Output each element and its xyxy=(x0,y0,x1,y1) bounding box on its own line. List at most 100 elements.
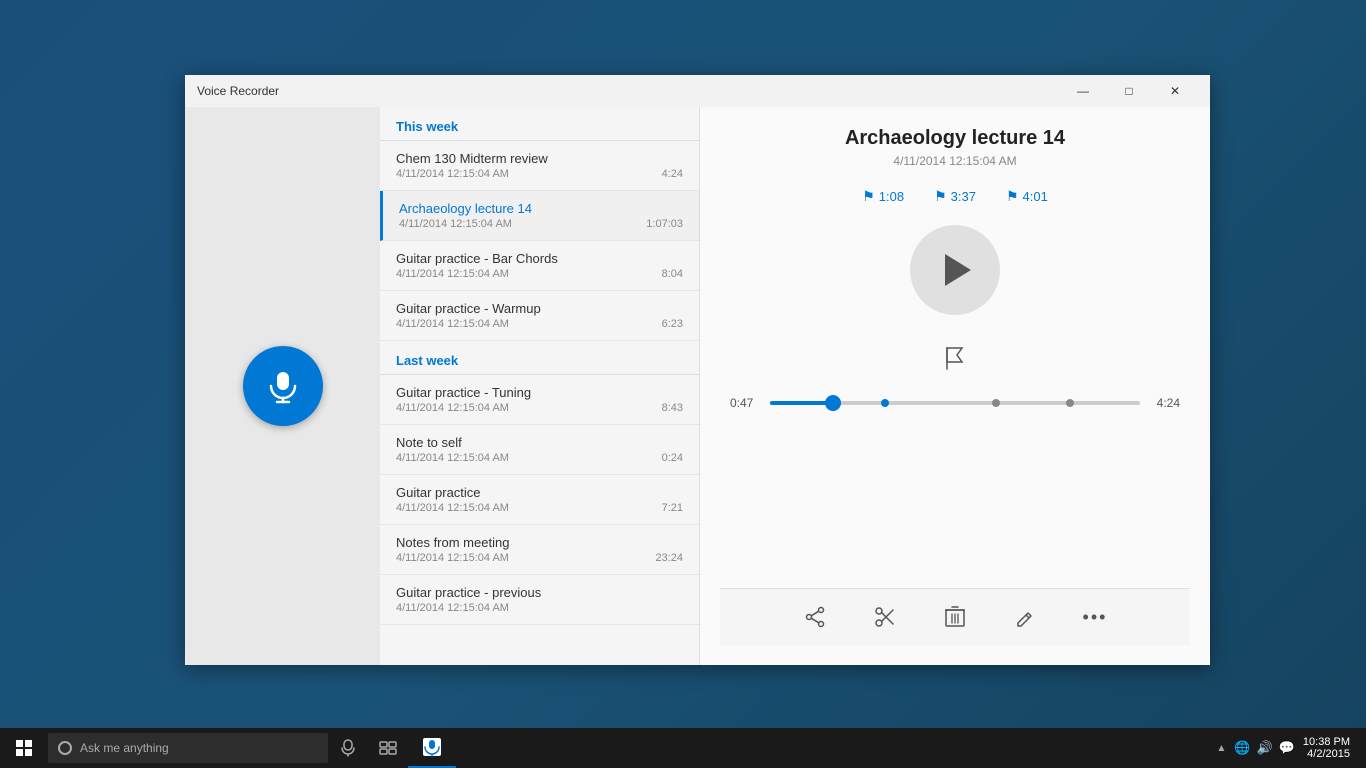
system-tray: ▲ 🌐 🔊 💬 10:38 PM 4/2/2015 xyxy=(1216,736,1366,760)
item-date: 4/11/2014 12:15:04 AM xyxy=(396,168,509,180)
flag-icon-2: ⚑ xyxy=(934,188,947,205)
recording-date: 4/11/2014 12:15:04 AM xyxy=(893,154,1016,168)
windows-icon xyxy=(16,740,32,756)
ellipsis-icon: ••• xyxy=(1083,607,1108,628)
last-week-header: Last week xyxy=(380,341,699,375)
list-item[interactable]: Guitar practice - Bar Chords 4/11/2014 1… xyxy=(380,241,699,291)
marker-3[interactable]: ⚑ 4:01 xyxy=(1006,188,1048,205)
system-icons: 🌐 🔊 💬 xyxy=(1234,740,1295,756)
item-date: 4/11/2014 12:15:04 AM xyxy=(396,602,509,614)
list-item[interactable]: Guitar practice - Warmup 4/11/2014 12:15… xyxy=(380,291,699,341)
network-icon[interactable]: 🌐 xyxy=(1234,740,1250,756)
playback-panel: Archaeology lecture 14 4/11/2014 12:15:0… xyxy=(700,107,1210,665)
item-name: Chem 130 Midterm review xyxy=(396,151,683,166)
trim-icon xyxy=(874,606,896,628)
item-date: 4/11/2014 12:15:04 AM xyxy=(396,552,509,564)
item-name: Notes from meeting xyxy=(396,535,683,550)
taskbar-search[interactable]: Ask me anything xyxy=(48,733,328,763)
item-name: Guitar practice - Bar Chords xyxy=(396,251,683,266)
marker-1[interactable]: ⚑ 1:08 xyxy=(862,188,904,205)
add-marker-button[interactable] xyxy=(942,345,968,376)
maximize-button[interactable]: □ xyxy=(1106,75,1152,107)
mic-icon xyxy=(265,368,301,404)
taskbar-mic-button[interactable] xyxy=(328,728,368,768)
list-item[interactable]: Guitar practice 4/11/2014 12:15:04 AM 7:… xyxy=(380,475,699,525)
search-icon xyxy=(58,741,72,755)
voice-recorder-app-icon xyxy=(422,737,442,757)
clock-time: 10:38 PM xyxy=(1303,736,1350,748)
list-item[interactable]: Notes from meeting 4/11/2014 12:15:04 AM… xyxy=(380,525,699,575)
marker-time-3: 4:01 xyxy=(1023,189,1048,204)
start-button[interactable] xyxy=(0,728,48,768)
play-area: 0:47 4:24 xyxy=(720,225,1190,588)
bottom-toolbar: ••• xyxy=(720,588,1190,645)
item-name: Guitar practice xyxy=(396,485,683,500)
item-name: Archaeology lecture 14 xyxy=(399,201,683,216)
item-name: Guitar practice - Warmup xyxy=(396,301,683,316)
search-placeholder: Ask me anything xyxy=(80,741,169,755)
item-duration: 8:43 xyxy=(662,402,683,414)
list-item[interactable]: Chem 130 Midterm review 4/11/2014 12:15:… xyxy=(380,141,699,191)
record-button[interactable] xyxy=(243,346,323,426)
taskbar: Ask me anything xyxy=(0,728,1366,768)
titlebar: Voice Recorder — □ ✕ xyxy=(185,75,1210,107)
flag-add-icon xyxy=(942,345,968,371)
item-name: Guitar practice - Tuning xyxy=(396,385,683,400)
clock-date: 4/2/2015 xyxy=(1303,748,1350,760)
play-button[interactable] xyxy=(910,225,1000,315)
item-duration: 1:07:03 xyxy=(646,218,683,230)
recording-title: Archaeology lecture 14 xyxy=(845,127,1065,150)
item-date: 4/11/2014 12:15:04 AM xyxy=(396,268,509,280)
trim-button[interactable] xyxy=(865,597,905,637)
flag-icon-3: ⚑ xyxy=(1006,188,1019,205)
delete-icon xyxy=(945,606,965,628)
rename-button[interactable] xyxy=(1005,597,1045,637)
progress-fill xyxy=(770,401,833,405)
play-triangle-icon xyxy=(945,254,971,286)
progress-track[interactable] xyxy=(770,401,1140,405)
list-item[interactable]: Archaeology lecture 14 4/11/2014 12:15:0… xyxy=(380,191,699,241)
progress-thumb[interactable] xyxy=(825,395,841,411)
voice-recorder-taskbar-app[interactable] xyxy=(408,728,456,768)
share-icon xyxy=(804,606,826,628)
list-item[interactable]: Note to self 4/11/2014 12:15:04 AM 0:24 xyxy=(380,425,699,475)
taskbar-clock: 10:38 PM 4/2/2015 xyxy=(1303,736,1358,760)
task-view-icon xyxy=(379,741,397,755)
markers-row: ⚑ 1:08 ⚑ 3:37 ⚑ 4:01 xyxy=(862,188,1048,205)
list-item[interactable]: Guitar practice - previous 4/11/2014 12:… xyxy=(380,575,699,625)
show-hidden-icons-button[interactable]: ▲ xyxy=(1216,743,1226,754)
list-item[interactable]: Guitar practice - Tuning 4/11/2014 12:15… xyxy=(380,375,699,425)
item-name: Guitar practice - previous xyxy=(396,585,683,600)
marker-2[interactable]: ⚑ 3:37 xyxy=(934,188,976,205)
marker-dot-2 xyxy=(992,399,1000,407)
item-duration: 23:24 xyxy=(655,552,683,564)
marker-dot-3 xyxy=(1066,399,1074,407)
notifications-icon[interactable]: 💬 xyxy=(1279,740,1295,756)
progress-container[interactable]: 0:47 4:24 xyxy=(720,396,1190,410)
item-date: 4/11/2014 12:15:04 AM xyxy=(396,452,509,464)
item-date: 4/11/2014 12:15:04 AM xyxy=(396,402,509,414)
recording-list[interactable]: This week Chem 130 Midterm review 4/11/2… xyxy=(380,107,700,665)
item-duration: 8:04 xyxy=(662,268,683,280)
more-button[interactable]: ••• xyxy=(1075,597,1115,637)
rename-icon xyxy=(1015,606,1035,628)
delete-button[interactable] xyxy=(935,597,975,637)
task-view-button[interactable] xyxy=(368,728,408,768)
share-button[interactable] xyxy=(795,597,835,637)
item-duration: 0:24 xyxy=(662,452,683,464)
taskbar-apps xyxy=(408,728,456,768)
voice-recorder-window: Voice Recorder — □ ✕ xyxy=(185,75,1210,665)
item-duration: 4:24 xyxy=(662,168,683,180)
marker-time-2: 3:37 xyxy=(951,189,976,204)
current-time: 0:47 xyxy=(730,396,760,410)
item-date: 4/11/2014 12:15:04 AM xyxy=(396,502,509,514)
item-name: Note to self xyxy=(396,435,683,450)
volume-icon[interactable]: 🔊 xyxy=(1257,740,1273,756)
minimize-button[interactable]: — xyxy=(1060,75,1106,107)
close-button[interactable]: ✕ xyxy=(1152,75,1198,107)
desktop: Voice Recorder — □ ✕ xyxy=(0,0,1366,768)
left-panel xyxy=(185,107,380,665)
total-time: 4:24 xyxy=(1150,396,1180,410)
item-date: 4/11/2014 12:15:04 AM xyxy=(399,218,512,230)
item-date: 4/11/2014 12:15:04 AM xyxy=(396,318,509,330)
